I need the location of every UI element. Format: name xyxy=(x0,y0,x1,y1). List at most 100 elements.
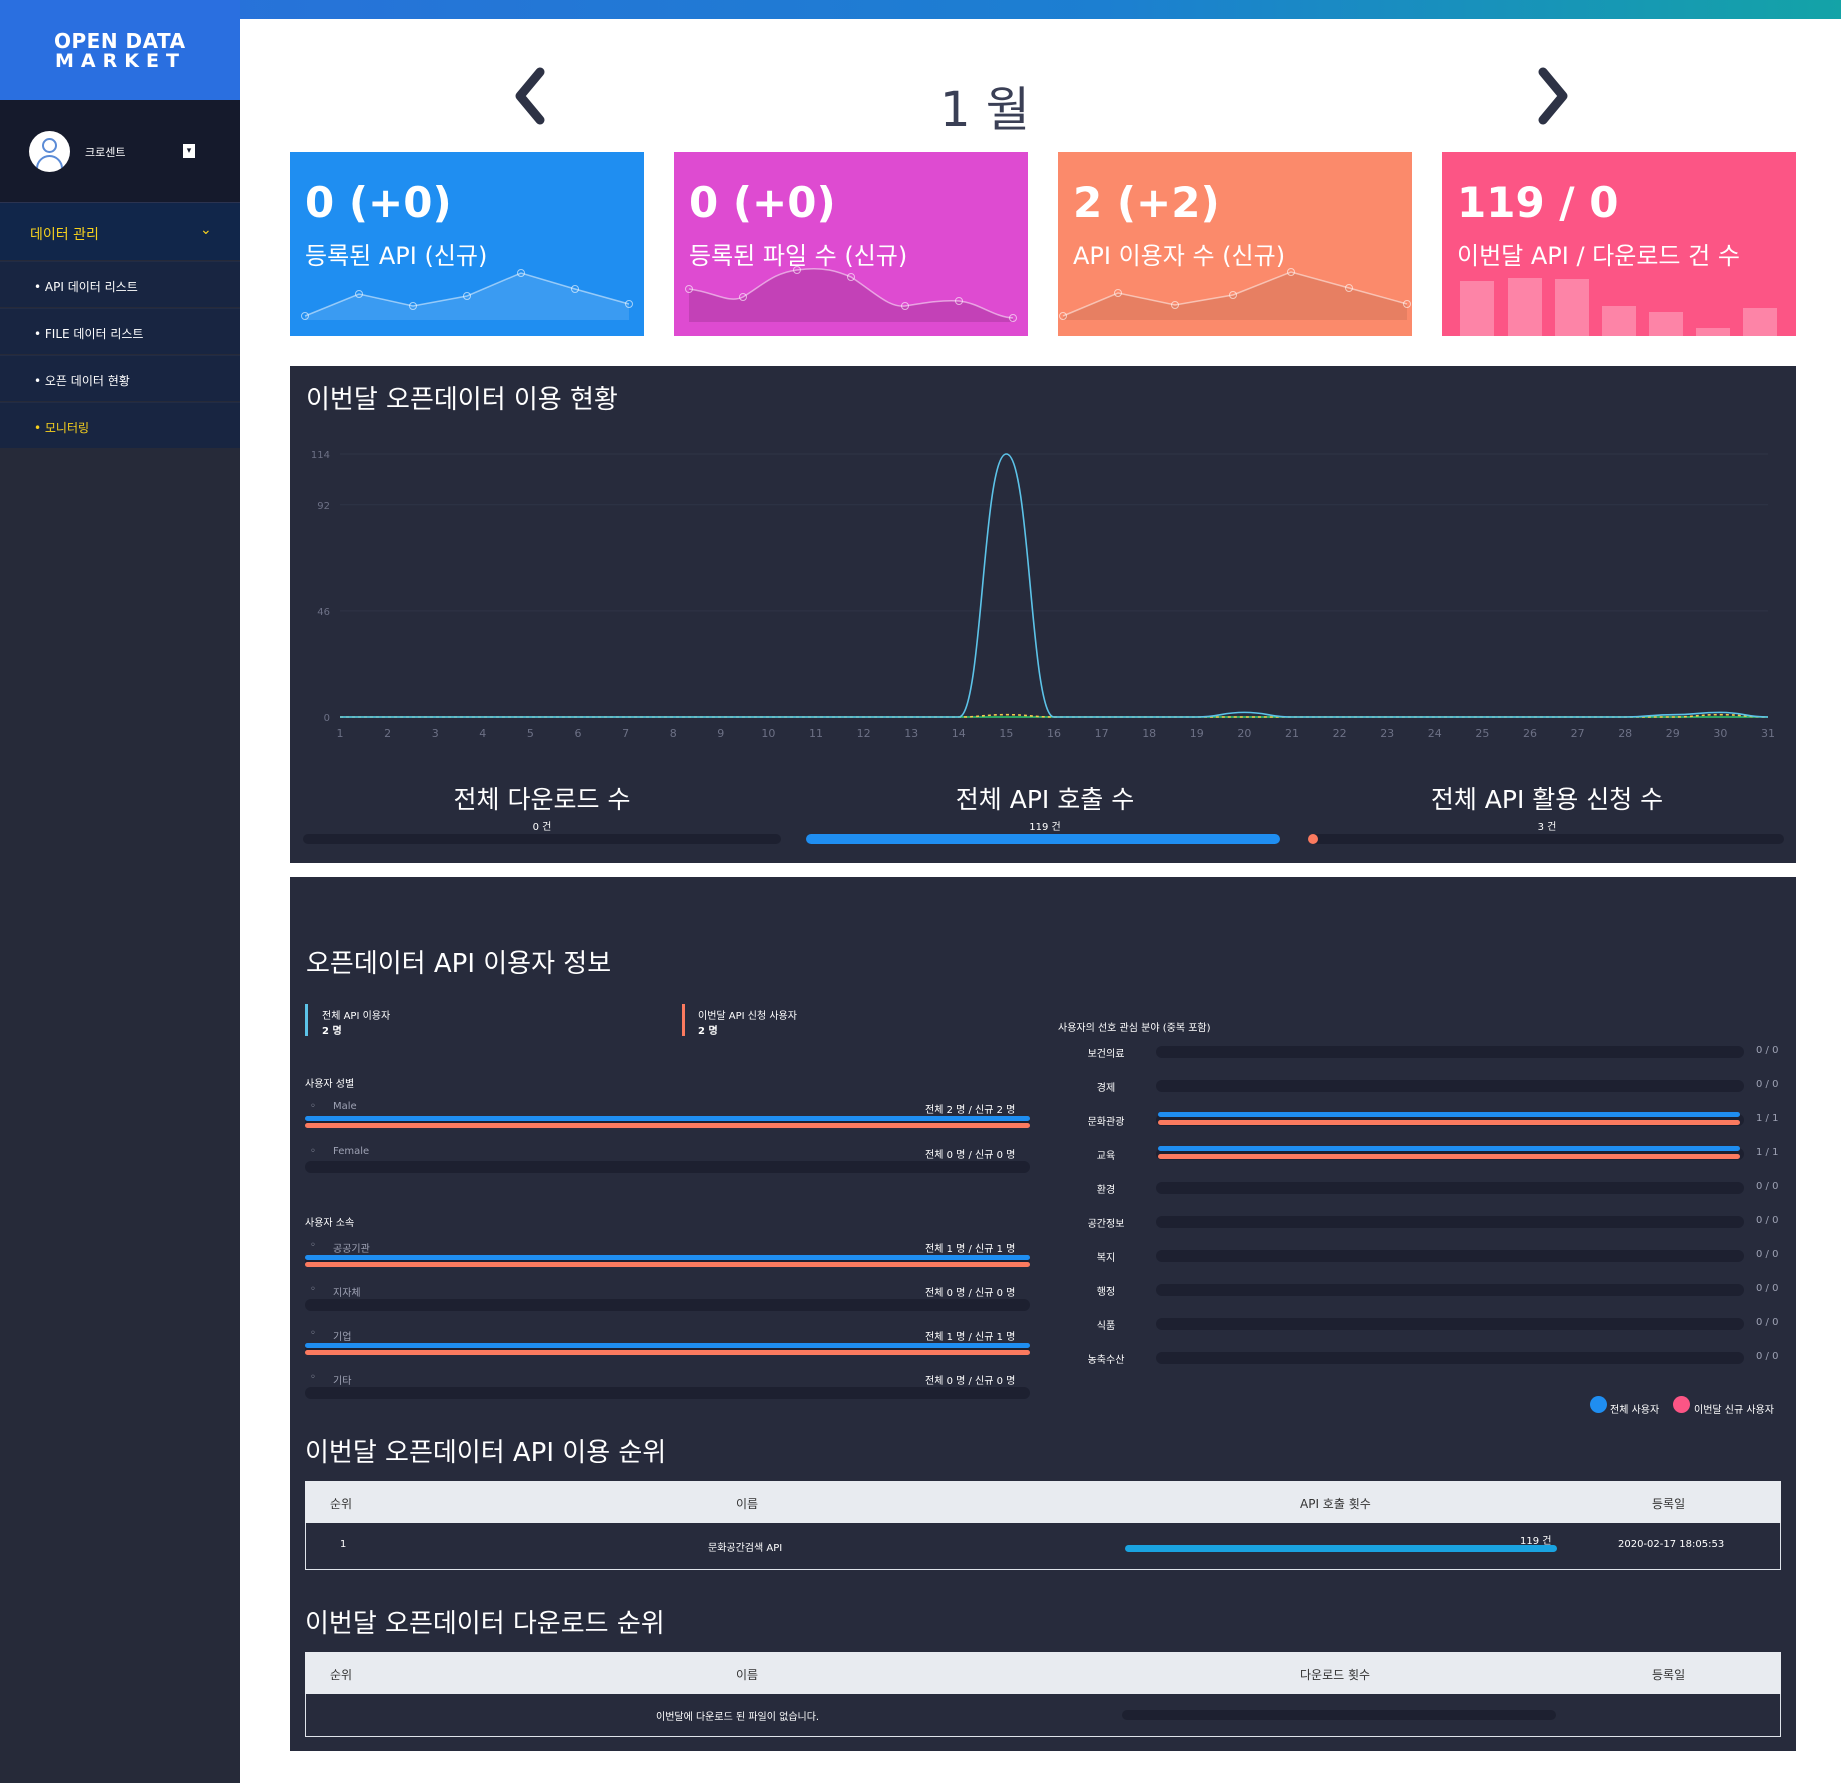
api-rank-table: 순위 이름 API 호출 횟수 등록일 1 문화공간검색 API 119 건 2… xyxy=(305,1481,1781,1570)
top-accent-bar xyxy=(0,0,1841,19)
total-users-marker xyxy=(305,1004,308,1036)
interest-label: 복지 xyxy=(1096,1253,1116,1264)
row-track xyxy=(305,1299,1030,1311)
card-value: 119 / 0 xyxy=(1457,178,1619,227)
download-rank-title: 이번달 오픈데이터 다운로드 순위 xyxy=(305,1609,665,1639)
sidebar-item-label: • FILE 데이터 리스트 xyxy=(34,327,144,341)
new-bar xyxy=(1158,1154,1740,1159)
brand-line2: MARKET xyxy=(55,50,186,72)
card-api-users: 2 (+2) API 이용자 수 (신규) xyxy=(1058,152,1412,336)
row-date: 2020-02-17 18:05:53 xyxy=(1618,1539,1725,1550)
interest-title: 사용자의 선호 관심 분야 (중복 포함) xyxy=(1058,1023,1211,1034)
sidebar-item-label: • 오픈 데이터 현황 xyxy=(34,374,130,388)
legend-new-label: 이번달 신규 사용자 xyxy=(1694,1405,1774,1416)
col-rank[interactable]: 순위 xyxy=(330,1495,352,1512)
x-tick-label: 12 xyxy=(857,727,871,740)
col-date[interactable]: 등록일 xyxy=(1652,1495,1685,1512)
x-tick-label: 28 xyxy=(1618,727,1632,740)
stat-sub: 119 건 xyxy=(1029,822,1061,833)
interest-stat: 0 / 0 xyxy=(1756,1181,1779,1192)
x-tick-label: 19 xyxy=(1190,727,1204,740)
x-tick-label: 21 xyxy=(1285,727,1299,740)
col-rank[interactable]: 순위 xyxy=(330,1666,352,1683)
card-value: 0 (+0) xyxy=(689,178,836,227)
x-tick-label: 11 xyxy=(809,727,823,740)
avatar[interactable] xyxy=(29,131,70,172)
progress-fill xyxy=(1308,834,1318,844)
card-label: API 이용자 수 (신규) xyxy=(1073,242,1286,270)
month-label: 1 월 xyxy=(940,82,1030,138)
interest-track xyxy=(1156,1046,1744,1058)
sidebar-item-file-list[interactable]: • FILE 데이터 리스트 xyxy=(0,308,240,354)
x-tick-label: 26 xyxy=(1523,727,1537,740)
interest-stat: 0 / 0 xyxy=(1756,1079,1779,1090)
card-value: 2 (+2) xyxy=(1073,178,1220,227)
y-tick-label: 114 xyxy=(311,450,330,461)
user-dropdown-icon[interactable]: ▾ xyxy=(183,144,195,158)
row-stat: 전체 1 명 / 신규 1 명 xyxy=(925,1244,1016,1255)
new-users-marker xyxy=(682,1004,685,1036)
total-bar xyxy=(305,1255,1030,1260)
x-tick-label: 2 xyxy=(384,727,391,740)
col-date[interactable]: 등록일 xyxy=(1652,1666,1685,1683)
stat-progress-api-calls xyxy=(806,834,1280,844)
row-track xyxy=(305,1387,1030,1399)
next-month-arrow-icon[interactable] xyxy=(1533,66,1573,126)
row-label: Male xyxy=(333,1101,357,1112)
col-download-count[interactable]: 다운로드 횟수 xyxy=(1300,1666,1370,1683)
col-name[interactable]: 이름 xyxy=(736,1495,758,1512)
row-stat: 전체 0 명 / 신규 0 명 xyxy=(925,1376,1016,1387)
interest-track xyxy=(1156,1216,1744,1228)
row-label: 기업 xyxy=(333,1332,352,1343)
card-value: 0 (+0) xyxy=(305,178,452,227)
new-bar xyxy=(305,1123,1030,1128)
sidebar-item-label: • API 데이터 리스트 xyxy=(34,280,138,294)
table-row[interactable]: 1 문화공간검색 API 119 건 2020-02-17 18:05:53 xyxy=(305,1523,1781,1570)
prev-month-arrow-icon[interactable] xyxy=(510,66,550,126)
y-tick-label: 46 xyxy=(317,607,330,618)
download-rank-table: 순위 이름 다운로드 횟수 등록일 이번달에 다운로드 된 파일이 없습니다. xyxy=(305,1652,1781,1737)
x-tick-label: 14 xyxy=(952,727,966,740)
interest-stat: 1 / 1 xyxy=(1756,1113,1779,1124)
interest-label: 교육 xyxy=(1096,1151,1116,1162)
x-tick-label: 5 xyxy=(527,727,534,740)
x-tick-label: 29 xyxy=(1666,727,1680,740)
row-icon: ◦ xyxy=(310,1372,316,1383)
row-track xyxy=(305,1161,1030,1173)
new-users-value: 2 명 xyxy=(698,1026,718,1037)
x-tick-label: 1 xyxy=(337,727,344,740)
empty-bar xyxy=(1122,1710,1556,1720)
org-title: 사용자 소속 xyxy=(305,1218,355,1229)
progress-fill xyxy=(1125,1545,1557,1552)
interest-stat: 0 / 0 xyxy=(1756,1317,1779,1328)
usage-panel-title: 이번달 오픈데이터 이용 현황 xyxy=(306,385,618,415)
row-stat: 전체 0 명 / 신규 0 명 xyxy=(925,1150,1016,1161)
stat-progress-downloads xyxy=(303,834,781,844)
brand-logo[interactable]: OPEN DATA MARKET xyxy=(0,0,240,100)
interest-label: 행정 xyxy=(1096,1287,1116,1298)
interest-label: 식품 xyxy=(1096,1321,1116,1332)
stat-progress-api-applications xyxy=(1308,834,1784,844)
interest-track xyxy=(1156,1352,1744,1364)
sidebar-item-monitoring[interactable]: • 모니터링 xyxy=(0,402,240,448)
x-tick-label: 31 xyxy=(1761,727,1775,740)
stat-title: 전체 API 활용 신청 수 xyxy=(1430,785,1664,814)
x-tick-label: 20 xyxy=(1237,727,1251,740)
sidebar-item-open-data-status[interactable]: • 오픈 데이터 현황 xyxy=(0,355,240,401)
col-api-calls[interactable]: API 호출 횟수 xyxy=(1300,1495,1371,1512)
chevron-down-icon: ⌄ xyxy=(200,222,212,238)
card-registered-api: 0 (+0) 등록된 API (신규) xyxy=(290,152,644,336)
sidebar-section-data-management[interactable]: 데이터 관리 ⌄ xyxy=(0,202,240,260)
row-stat: 전체 0 명 / 신규 0 명 xyxy=(925,1288,1016,1299)
col-name[interactable]: 이름 xyxy=(736,1666,758,1683)
sidebar-item-api-list[interactable]: • API 데이터 리스트 xyxy=(0,261,240,307)
legend-total-dot xyxy=(1590,1396,1607,1413)
row-label: 공공기관 xyxy=(333,1244,370,1255)
series-line xyxy=(339,453,1769,718)
row-stat: 전체 2 명 / 신규 2 명 xyxy=(925,1105,1016,1116)
sidebar-item-label: • 모니터링 xyxy=(34,421,90,435)
interest-label: 공간정보 xyxy=(1087,1219,1125,1230)
x-tick-label: 30 xyxy=(1713,727,1727,740)
row-icon: ◦ xyxy=(310,1240,316,1251)
x-tick-label: 27 xyxy=(1571,727,1585,740)
